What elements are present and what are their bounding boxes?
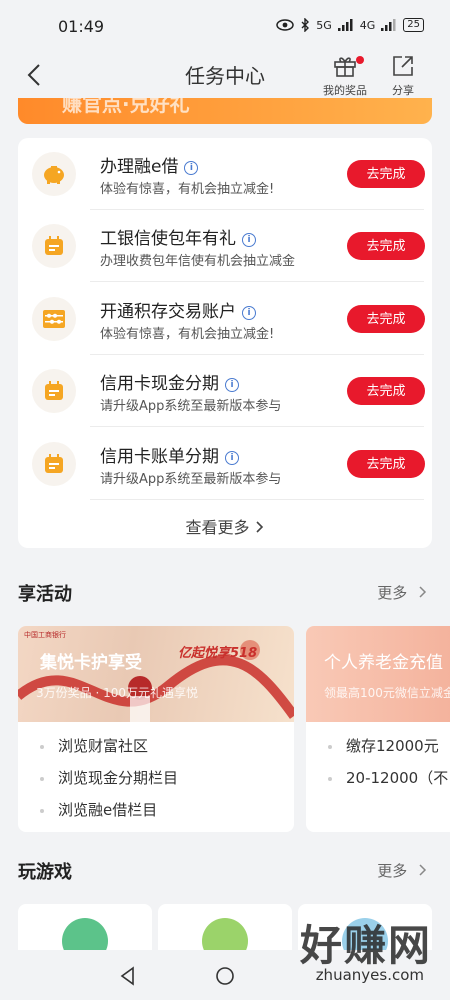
task-icon-badge [32, 224, 76, 268]
complete-task-button[interactable]: 去完成 [347, 305, 425, 333]
task-title: 开通积存交易账户 i [100, 297, 256, 322]
info-icon[interactable]: i [242, 306, 256, 320]
task-title: 工银信使包年有礼 i [100, 224, 256, 249]
complete-task-button[interactable]: 去完成 [347, 232, 425, 260]
info-icon[interactable]: i [242, 233, 256, 247]
task-item-rongejie: 办理融e借 i 体验有惊喜，有机会抽立减金! 去完成 [18, 138, 432, 210]
promo-text: 亿起悦享518 [178, 646, 258, 661]
share-icon [393, 56, 413, 76]
chevron-right-icon [419, 864, 427, 876]
banner-text: 赚官点·兑好礼 [62, 98, 190, 116]
activities-heading: 享活动 [18, 584, 72, 605]
list-item: 缴存12000元 [306, 730, 448, 762]
my-prizes-label: 我的奖品 [323, 84, 367, 97]
chevron-right-icon [255, 521, 263, 533]
task-icon-badge [32, 297, 76, 341]
activity-card[interactable]: 个人养老金充值 领最高100元微信立减金 缴存12000元 20-12000（不 [306, 626, 450, 832]
signal-icon [337, 19, 353, 31]
task-desc: 体验有惊喜，有机会抽立减金! [100, 182, 275, 197]
task-icon-badge [32, 442, 76, 486]
task-icon-badge [32, 152, 76, 196]
watermark-text: 好赚网 [299, 921, 432, 970]
list-item: 浏览财富社区 [18, 730, 178, 762]
complete-task-button[interactable]: 去完成 [347, 160, 425, 188]
task-item-bill-installment: 信用卡账单分期 i 请升级App系统至最新版本参与 去完成 [18, 428, 432, 500]
games-heading: 玩游戏 [18, 862, 72, 883]
watermark-url: zhuanyes.com [315, 966, 424, 984]
battery-indicator: 25 [403, 18, 424, 32]
task-list-card: 办理融e借 i 体验有惊喜，有机会抽立减金! 去完成 工银信使包年有礼 i 办理收费… [18, 138, 432, 548]
activity-banner-title: 集悦卡护享受 [40, 653, 142, 673]
task-item-messenger: 工银信使包年有礼 i 办理收费包年信使有机会抽立减金 去完成 [18, 210, 432, 282]
task-item-savings-account: 开通积存交易账户 i 体验有惊喜，有机会抽立减金! 去完成 [18, 283, 432, 355]
task-desc: 办理收费包年信使有机会抽立减金 [100, 254, 296, 269]
activity-banner-image: 中国工商银行 亿起悦享518 集悦卡护享受 3万份奖品 · 100万元礼遇享悦 [18, 626, 294, 722]
activity-task-list: 浏览财富社区 浏览现金分期栏目 浏览融e借栏目 [18, 730, 178, 826]
info-icon[interactable]: i [225, 451, 239, 465]
status-icons: 5G 4G 25 [276, 18, 424, 32]
bank-logo-text: 中国工商银行 [24, 631, 66, 639]
activity-banner-subtitle: 3万份奖品 · 100万元礼遇享悦 [36, 686, 198, 700]
info-icon[interactable]: i [184, 161, 199, 175]
task-desc: 请升级App系统至最新版本参与 [100, 399, 282, 414]
task-title: 信用卡账单分期 i [100, 442, 239, 467]
list-item: 浏览现金分期栏目 [18, 762, 178, 794]
divider [90, 281, 424, 282]
ribbon-decoration [18, 640, 294, 722]
task-desc: 请升级App系统至最新版本参与 [100, 472, 282, 487]
bluetooth-icon [301, 18, 310, 32]
complete-task-button[interactable]: 去完成 [347, 450, 425, 478]
gift-icon [334, 57, 356, 77]
abacus-icon [43, 310, 65, 328]
calendar-icon [45, 454, 63, 473]
nav-bar: 任务中心 我的奖品 分享 [0, 52, 450, 98]
games-more-link[interactable]: 更多 [377, 860, 428, 881]
activities-more-link[interactable]: 更多 [377, 582, 428, 603]
network-type: 5G [316, 18, 332, 32]
task-title: 信用卡现金分期 i [100, 369, 239, 394]
points-banner[interactable]: 赚官点·兑好礼 [18, 98, 432, 124]
complete-task-button[interactable]: 去完成 [347, 377, 425, 405]
chevron-right-icon [419, 586, 427, 598]
home-circle-icon[interactable] [215, 966, 235, 986]
calendar-icon [45, 381, 63, 400]
piggy-bank-icon [44, 166, 64, 184]
activity-banner-title: 个人养老金充值 [324, 653, 443, 673]
my-prizes-button[interactable]: 我的奖品 [322, 54, 368, 98]
status-bar: 01:49 5G 4G 25 [0, 0, 450, 52]
list-item: 20-12000（不 [306, 762, 448, 794]
share-button[interactable]: 分享 [380, 54, 426, 98]
activity-banner-subtitle: 领最高100元微信立减金 [324, 686, 450, 700]
activity-card[interactable]: 中国工商银行 亿起悦享518 集悦卡护享受 3万份奖品 · 100万元礼遇享悦 … [18, 626, 294, 832]
task-desc: 体验有惊喜，有机会抽立减金! [100, 327, 275, 342]
list-item: 浏览融e借栏目 [18, 794, 178, 826]
notification-dot [356, 56, 364, 64]
more-label: 更多 [377, 862, 408, 880]
network-type-2: 4G [359, 18, 376, 32]
task-item-cash-installment: 信用卡现金分期 i 请升级App系统至最新版本参与 去完成 [18, 355, 432, 427]
divider [90, 426, 424, 427]
view-more-tasks-link[interactable]: 查看更多 [18, 514, 432, 538]
divider [90, 499, 424, 500]
task-title: 办理融e借 i [100, 152, 199, 177]
calendar-icon [45, 236, 63, 255]
activity-banner-image: 个人养老金充值 领最高100元微信立减金 [306, 626, 450, 722]
back-triangle-icon[interactable] [118, 966, 138, 986]
info-icon[interactable]: i [225, 378, 239, 392]
share-label: 分享 [392, 84, 414, 97]
task-icon-badge [32, 369, 76, 413]
activity-task-list: 缴存12000元 20-12000（不 [306, 730, 448, 794]
more-label: 更多 [377, 584, 408, 602]
signal-icon-2 [381, 19, 396, 31]
view-more-label: 查看更多 [185, 518, 250, 537]
eye-icon [276, 19, 294, 31]
status-time: 01:49 [58, 17, 105, 36]
